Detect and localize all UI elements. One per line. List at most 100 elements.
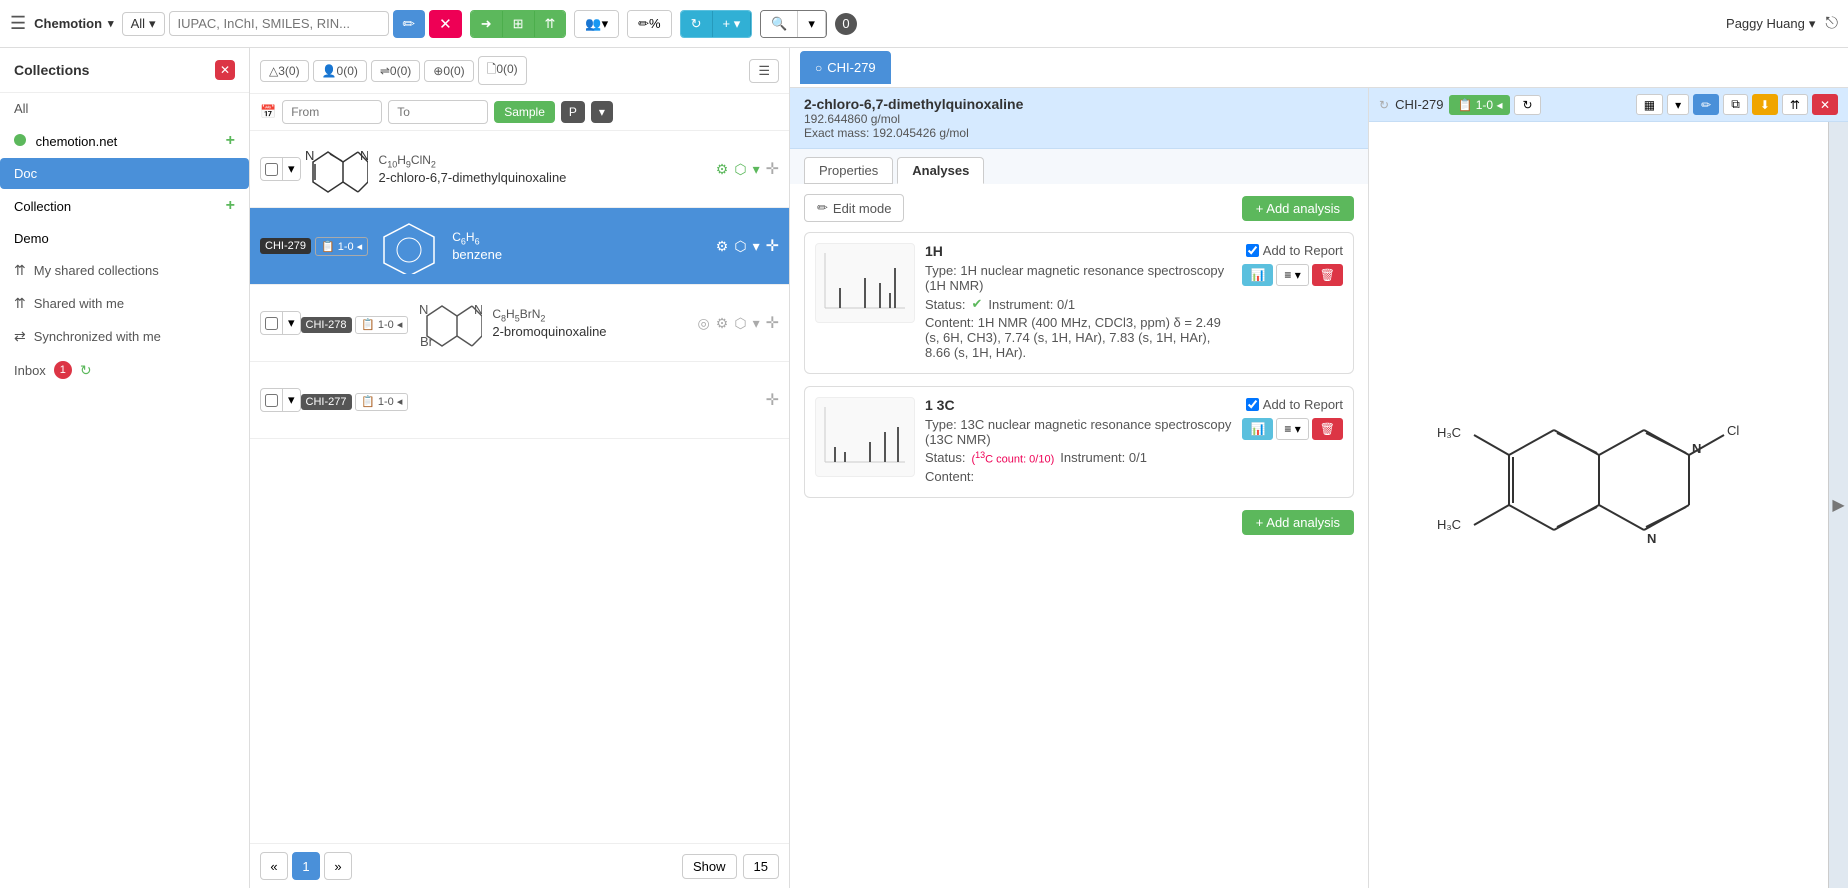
add-report-checkbox-1h[interactable] bbox=[1246, 244, 1259, 257]
search-clear-btn[interactable]: ✕ bbox=[429, 10, 462, 38]
notification-badge[interactable]: 0 bbox=[835, 13, 857, 35]
sidebar-item-synchronized[interactable]: ⇄ Synchronized with me bbox=[0, 320, 249, 353]
action-share-btn[interactable]: ⇈ bbox=[535, 11, 566, 37]
list-item-selected[interactable]: CHI-279 📋 1-0 ◂ C6H6 benzene bbox=[250, 208, 789, 285]
benzene-move[interactable]: ✛ bbox=[766, 236, 779, 256]
bromo-move[interactable]: ✛ bbox=[766, 313, 779, 333]
bromo-expand[interactable]: ▾ bbox=[753, 315, 760, 332]
collection-add-btn2[interactable]: + bbox=[226, 197, 235, 215]
item-checkbox[interactable] bbox=[265, 163, 278, 176]
to-date-input[interactable] bbox=[388, 100, 488, 124]
collection-label: chemotion.net bbox=[36, 134, 118, 149]
down-toggle-btn[interactable]: ▾ bbox=[591, 101, 613, 123]
chi278-checkbox-dropdown[interactable]: ▾ bbox=[282, 312, 300, 334]
benzene-action-2[interactable]: ⬡ bbox=[734, 238, 746, 255]
filter-options-btn[interactable]: ☰ bbox=[749, 59, 779, 83]
chart-btn-1h[interactable]: 📊 bbox=[1242, 264, 1273, 286]
from-date-input[interactable] bbox=[282, 100, 382, 124]
counter-wellplates[interactable]: ⇌0(0) bbox=[371, 60, 420, 82]
refresh-btn[interactable]: ↻ bbox=[681, 11, 713, 37]
mol-copy-btn[interactable]: ⧉ bbox=[1723, 94, 1748, 115]
mol-scroll-btn[interactable]: ▶ bbox=[1828, 122, 1848, 888]
item-checkbox-dropdown[interactable]: ▾ bbox=[282, 158, 300, 180]
mol-barcode-dropdown-btn[interactable]: ▾ bbox=[1667, 94, 1689, 115]
user-manage-btn[interactable]: 👥▾ bbox=[575, 11, 618, 37]
list-item-chi277[interactable]: ▾ CHI-277 📋 1-0 ◂ ✛ bbox=[250, 362, 789, 439]
svg-text:H₃C: H₃C bbox=[1437, 517, 1461, 532]
search-input[interactable] bbox=[169, 11, 389, 36]
add-analysis-btn[interactable]: + Add analysis bbox=[1242, 196, 1354, 221]
benzene-action-1[interactable]: ⚙ bbox=[716, 238, 729, 255]
mol-share-btn[interactable]: ⇈ bbox=[1782, 94, 1808, 115]
list-item[interactable]: ▾ bbox=[250, 131, 789, 208]
bromo-action-2[interactable]: ⚙ bbox=[716, 315, 729, 332]
action-icon-2[interactable]: ⬡ bbox=[734, 161, 746, 178]
sidebar-item-shared-with-me[interactable]: ⇈ Shared with me bbox=[0, 287, 249, 320]
counter-research[interactable]: 🗋0(0) bbox=[478, 56, 527, 85]
sidebar-item-chemotion[interactable]: chemotion.net + bbox=[0, 124, 249, 158]
page-next-btn[interactable]: » bbox=[324, 852, 352, 880]
bottom-add-analysis-btn[interactable]: + Add analysis bbox=[1242, 510, 1354, 535]
brand-dropdown-icon[interactable]: ▾ bbox=[108, 17, 114, 30]
tab-analyses[interactable]: Analyses bbox=[897, 157, 984, 184]
mol-download-btn[interactable]: ⬇ bbox=[1752, 94, 1778, 115]
brand[interactable]: Chemotion ▾ bbox=[34, 16, 113, 31]
logout-btn[interactable]: ⎋ bbox=[1825, 15, 1838, 33]
search-edit-btn[interactable]: ✏ bbox=[393, 10, 426, 38]
benzene-expand[interactable]: ▾ bbox=[753, 238, 760, 255]
p-toggle-btn[interactable]: P bbox=[561, 101, 585, 123]
move-icon[interactable]: ✛ bbox=[766, 159, 779, 179]
chart-btn-13c[interactable]: 📊 bbox=[1242, 418, 1273, 440]
action-icon-1[interactable]: ⚙ bbox=[716, 161, 729, 178]
chi277-checkbox[interactable] bbox=[265, 394, 278, 407]
add-report-checkbox-13c[interactable] bbox=[1246, 398, 1259, 411]
edit-btn[interactable]: ✏% bbox=[628, 11, 670, 37]
detail-mol-panel: ↻ CHI-279 📋 1-0 ◂ ↻ ▦ ▾ ✏ ⧉ bbox=[1368, 88, 1848, 888]
mol-view-btn[interactable]: 📋 1-0 ◂ bbox=[1449, 95, 1510, 115]
sidebar-item-doc[interactable]: Doc bbox=[0, 158, 249, 189]
svg-text:N: N bbox=[419, 302, 428, 317]
bromo-action-3[interactable]: ⬡ bbox=[734, 315, 746, 332]
user-menu[interactable]: Paggy Huang ▾ bbox=[1726, 16, 1815, 32]
bars-btn-13c[interactable]: ≡ ▾ bbox=[1276, 418, 1308, 440]
page-prev-btn[interactable]: « bbox=[260, 852, 288, 880]
sample-btn[interactable]: Sample bbox=[494, 101, 555, 123]
mol-barcode-btn[interactable]: ▦ bbox=[1636, 94, 1663, 115]
mol-edit-btn[interactable]: ✏ bbox=[1693, 94, 1719, 115]
sidebar-item-my-shared[interactable]: ⇈ My shared collections bbox=[0, 254, 249, 287]
action-copy-btn[interactable]: ⊞ bbox=[503, 11, 535, 37]
sidebar-item-collection[interactable]: Collection + bbox=[0, 189, 249, 223]
counter-reactions[interactable]: 👤0(0) bbox=[313, 60, 367, 82]
search-type-dropdown[interactable]: All ▾ bbox=[122, 12, 165, 36]
collection-add-btn[interactable]: + bbox=[226, 132, 235, 150]
sidebar-close-btn[interactable]: ✕ bbox=[215, 60, 235, 80]
show-label-btn[interactable]: Show bbox=[682, 854, 737, 879]
chi277-checkbox-dropdown[interactable]: ▾ bbox=[282, 389, 300, 411]
expand-icon[interactable]: ▾ bbox=[753, 161, 760, 178]
action-forward-btn[interactable]: ➜ bbox=[471, 11, 503, 37]
chi277-move[interactable]: ✛ bbox=[766, 390, 779, 410]
sidebar-item-inbox[interactable]: Inbox 1 ↻ bbox=[0, 353, 249, 387]
bromo-action-1[interactable]: ◎ bbox=[698, 315, 710, 332]
counter-molecules[interactable]: △3(0) bbox=[260, 60, 309, 82]
add-btn[interactable]: + ▾ bbox=[713, 11, 752, 37]
delete-btn-1h[interactable]: 🗑 bbox=[1312, 264, 1343, 286]
mol-refresh-btn[interactable]: ↻ bbox=[1514, 95, 1540, 115]
delete-btn-13c[interactable]: 🗑 bbox=[1312, 418, 1343, 440]
list-item-chi278[interactable]: ▾ CHI-278 📋 1-0 ◂ bbox=[250, 285, 789, 362]
detail-tab-chi279[interactable]: ○ CHI-279 bbox=[800, 51, 891, 84]
edit-mode-btn[interactable]: ✏ Edit mode bbox=[804, 194, 904, 222]
bars-btn-1h[interactable]: ≡ ▾ bbox=[1276, 264, 1308, 286]
tab-properties[interactable]: Properties bbox=[804, 157, 893, 184]
hamburger-icon[interactable]: ☰ bbox=[10, 13, 26, 34]
per-page-btn[interactable]: 15 bbox=[743, 854, 779, 879]
counter-screens[interactable]: ⊕0(0) bbox=[424, 60, 473, 82]
inbox-refresh-icon[interactable]: ↻ bbox=[80, 362, 92, 379]
filter-dropdown-btn[interactable]: ▾ bbox=[798, 11, 826, 37]
chi278-checkbox[interactable] bbox=[265, 317, 278, 330]
sidebar-item-demo[interactable]: Demo bbox=[0, 223, 249, 254]
page-current-btn[interactable]: 1 bbox=[292, 852, 320, 880]
sidebar-all-item[interactable]: All bbox=[0, 93, 249, 124]
mol-delete-btn[interactable]: ✕ bbox=[1812, 94, 1838, 115]
filter-btn[interactable]: 🔍 bbox=[761, 11, 798, 37]
